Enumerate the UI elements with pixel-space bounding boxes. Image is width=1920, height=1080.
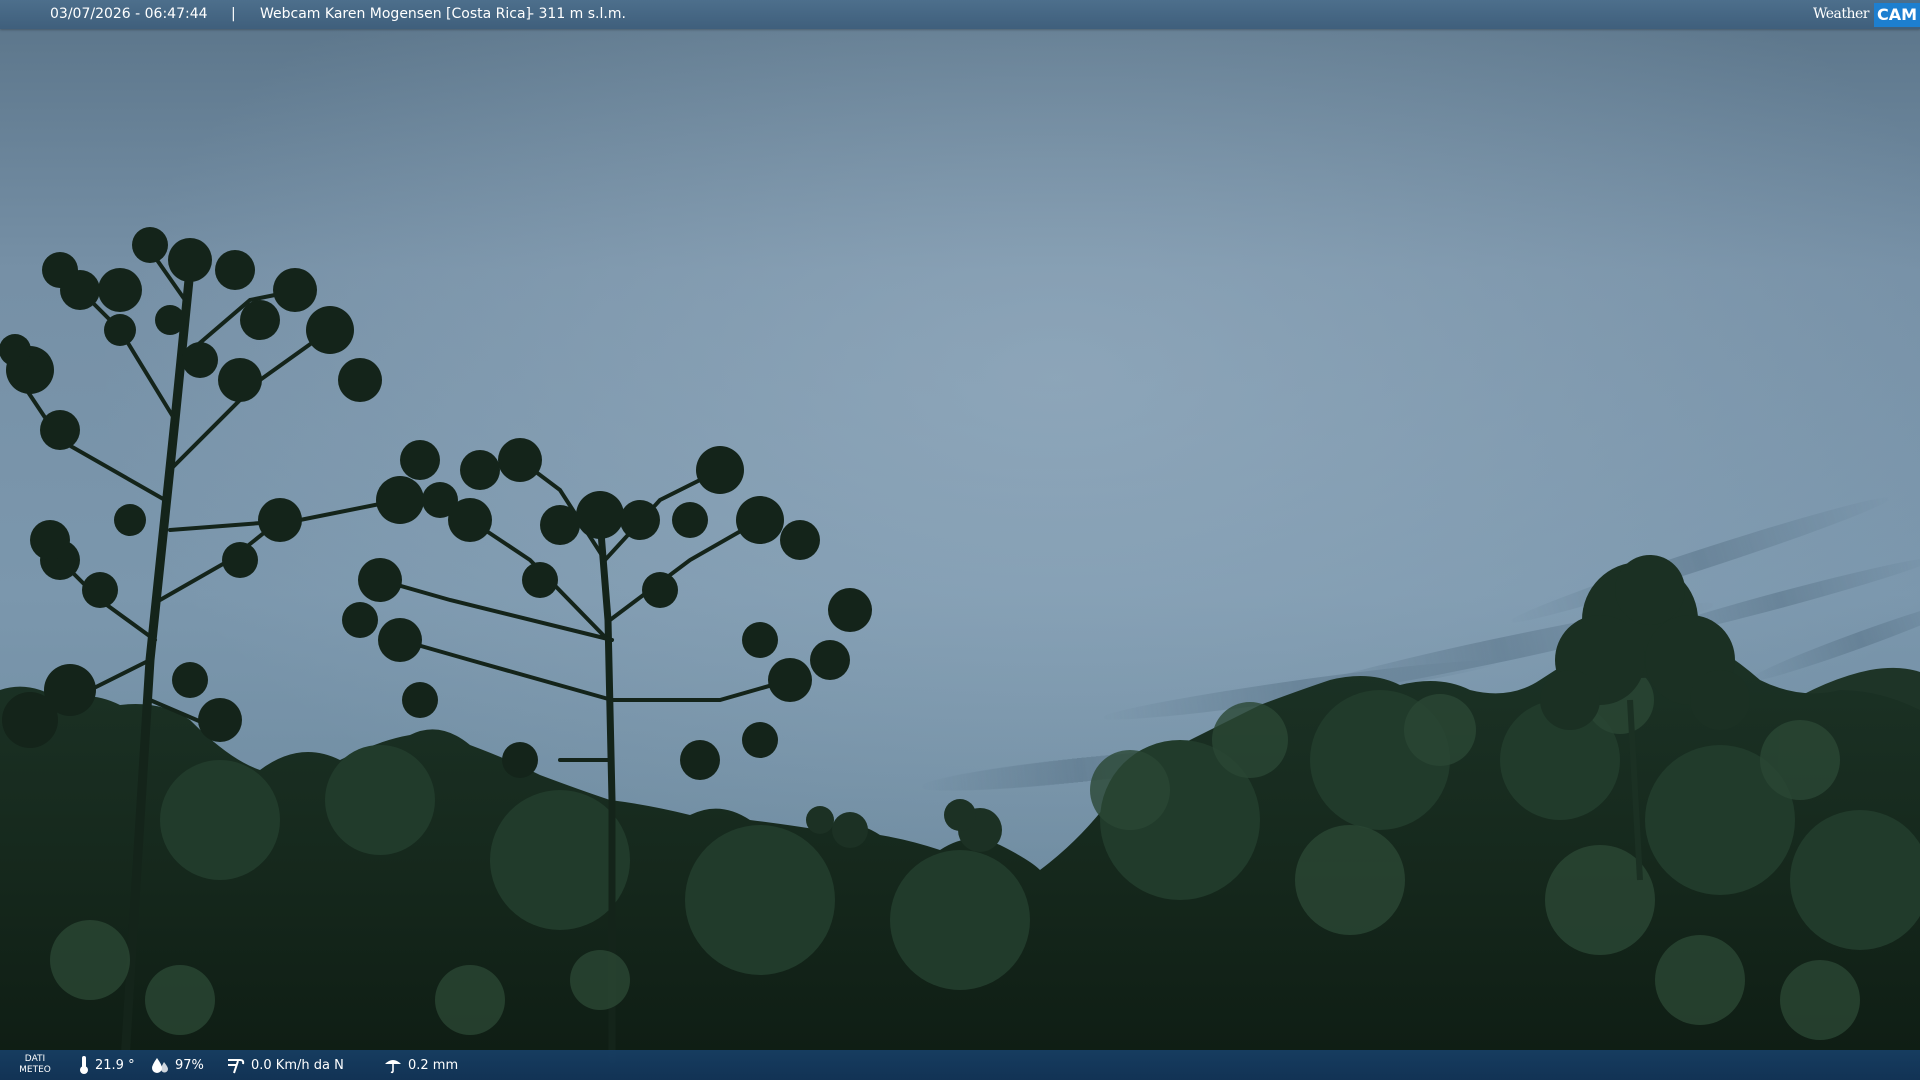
wind-item: 0.0 Km/h da N: [226, 1050, 344, 1080]
rain-value: 0.2 mm: [408, 1057, 459, 1073]
humidity-item: 97%: [150, 1050, 204, 1080]
timestamp: 03/07/2026 - 06:47:44: [50, 6, 208, 22]
weathercam-logo[interactable]: Weather CAM: [1813, 0, 1920, 29]
weather-data-label: DATI METEO: [19, 1054, 51, 1075]
rain-item: 0.2 mm: [383, 1050, 458, 1080]
rain-icon: [385, 1060, 401, 1074]
wind-icon: [228, 1059, 245, 1074]
logo-weather-text: Weather: [1812, 6, 1870, 22]
header-separator: |: [231, 6, 236, 22]
thermometer-icon: [80, 1056, 88, 1074]
webcam-title: Webcam Karen Mogensen [Costa Rica]: [260, 6, 532, 22]
humidity-drop-icon: [152, 1058, 168, 1073]
temperature-item: 21.9 °: [78, 1050, 135, 1080]
webcam-image: [0, 0, 1920, 1080]
temperature-value: 21.9 °: [95, 1057, 135, 1073]
altitude-label: - 311 m s.l.m.: [529, 6, 626, 22]
logo-cam-text: CAM: [1873, 2, 1920, 27]
humidity-value: 97%: [175, 1057, 204, 1073]
weather-data-bar: DATI METEO 21.9 ° 97% 0.0 Km/h da N 0.2 m…: [0, 1050, 1920, 1080]
header-bar: 03/07/2026 - 06:47:44 | Webcam Karen Mog…: [0, 0, 1920, 29]
wind-value: 0.0 Km/h da N: [251, 1057, 344, 1073]
